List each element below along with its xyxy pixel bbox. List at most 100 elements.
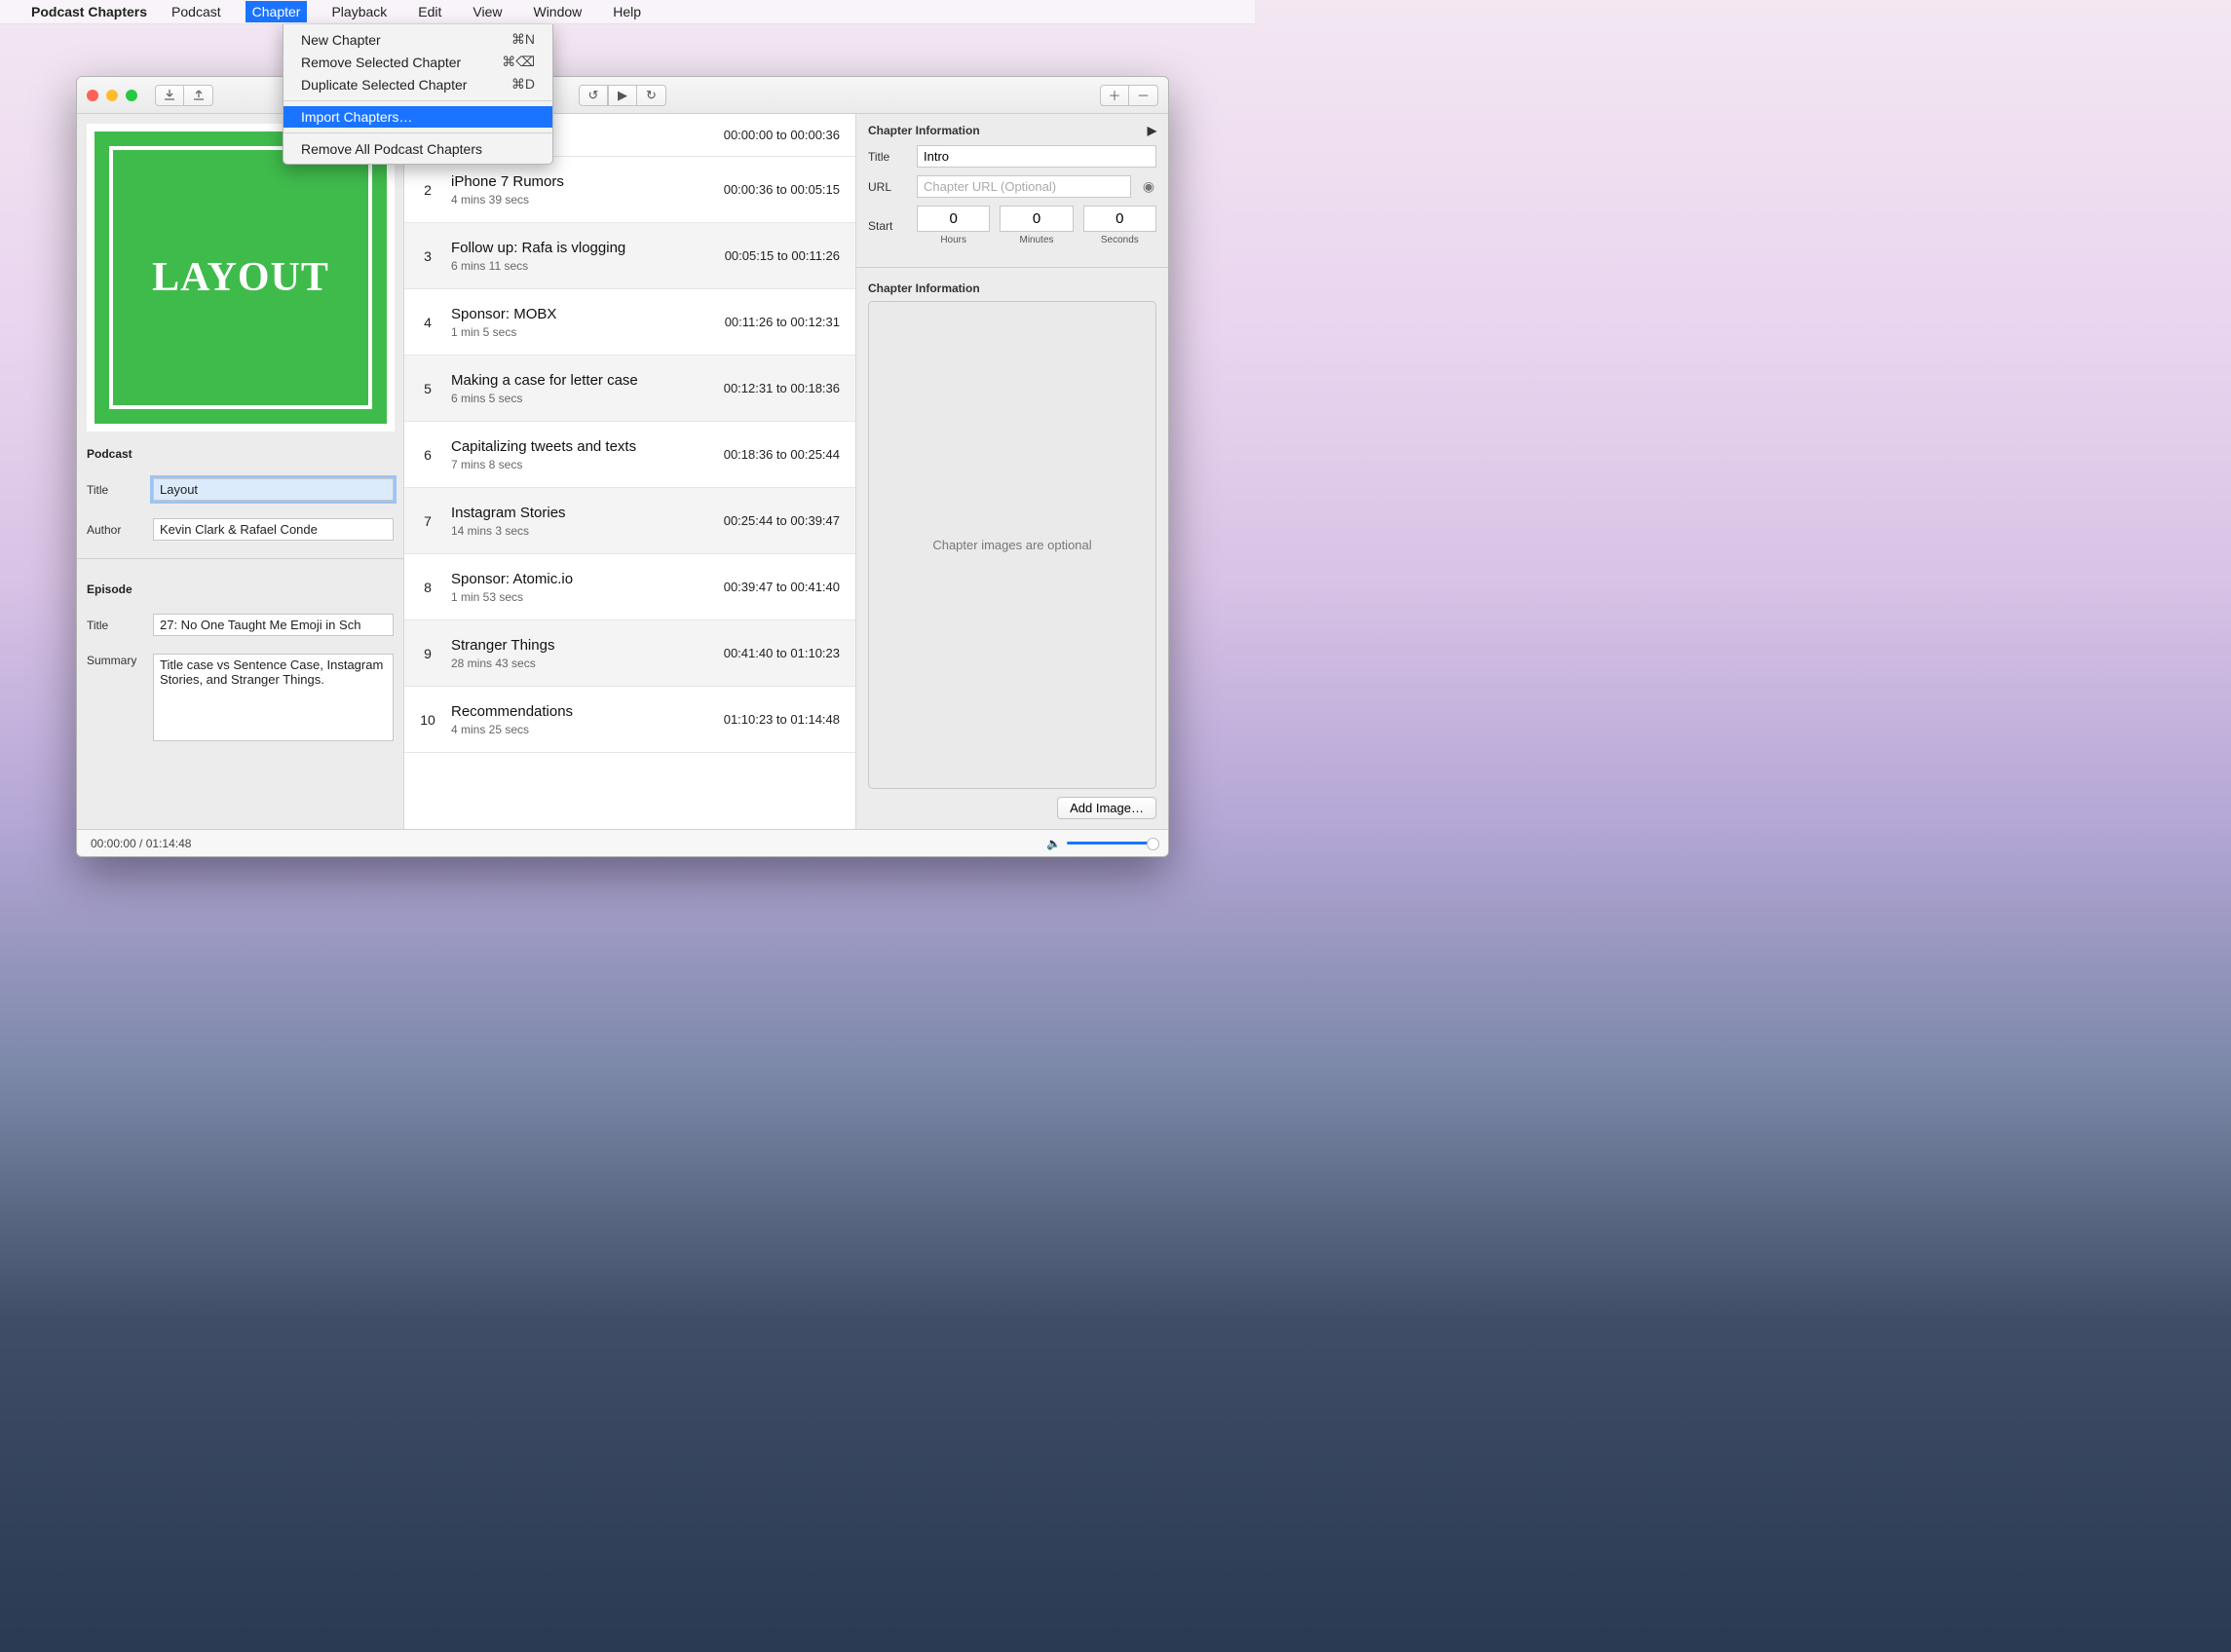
dropdown-item-label: Remove All Podcast Chapters (301, 141, 482, 157)
maximize-button[interactable] (126, 90, 137, 101)
menu-view[interactable]: View (466, 1, 509, 22)
chapter-time-range: 00:12:31 to 00:18:36 (724, 381, 840, 395)
dropdown-item-label: Remove Selected Chapter (301, 55, 461, 70)
dropdown-item-shortcut: ⌘D (511, 76, 535, 93)
chapter-row[interactable]: 9Stranger Things28 mins 43 secs00:41:40 … (404, 620, 855, 687)
chapter-title: Making a case for letter case (451, 372, 724, 389)
close-button[interactable] (87, 90, 98, 101)
menu-edit[interactable]: Edit (411, 1, 448, 22)
chapter-image-well[interactable]: Chapter images are optional (868, 301, 1156, 789)
system-menubar: Podcast Chapters Podcast Chapter Playbac… (0, 0, 1255, 24)
chapter-time-range: 00:11:26 to 00:12:31 (725, 315, 840, 329)
chapter-time-range: 00:41:40 to 01:10:23 (724, 646, 840, 660)
dropdown-new-chapter[interactable]: New Chapter ⌘N (284, 28, 552, 51)
start-seconds-input[interactable] (1083, 206, 1156, 232)
chapter-number: 2 (410, 182, 445, 198)
dropdown-item-label: New Chapter (301, 32, 381, 48)
chapter-list[interactable]: 00:00:00 to 00:00:362iPhone 7 Rumors4 mi… (404, 114, 856, 829)
menu-playback[interactable]: Playback (324, 1, 394, 22)
dropdown-separator (284, 100, 552, 101)
chapter-duration: 1 min 5 secs (451, 325, 725, 339)
podcast-author-input[interactable] (153, 518, 394, 541)
playback-time: 00:00:00 / 01:14:48 (91, 837, 191, 850)
chapter-title-input[interactable] (917, 145, 1156, 168)
chapter-row[interactable]: 6Capitalizing tweets and texts7 mins 8 s… (404, 422, 855, 488)
dropdown-remove-selected[interactable]: Remove Selected Chapter ⌘⌫ (284, 51, 552, 73)
menubar-app-name[interactable]: Podcast Chapters (31, 4, 147, 19)
chapter-row[interactable]: 4Sponsor: MOBX1 min 5 secs00:11:26 to 00… (404, 289, 855, 356)
podcast-section-label: Podcast (87, 447, 394, 461)
status-bar: 00:00:00 / 01:14:48 🔈 (77, 829, 1168, 856)
play-button[interactable]: ▶ (608, 85, 637, 106)
toolbar-io-group (155, 85, 213, 106)
chapter-duration: 6 mins 5 secs (451, 392, 724, 405)
disclosure-icon[interactable]: ▶ (1148, 124, 1156, 137)
window-titlebar[interactable]: ↺ ▶ ↻ ＋ － (77, 77, 1168, 114)
chapter-row[interactable]: 8Sponsor: Atomic.io1 min 53 secs00:39:47… (404, 554, 855, 620)
add-chapter-button[interactable]: ＋ (1100, 85, 1129, 106)
chapter-duration: 4 mins 25 secs (451, 723, 724, 736)
podcast-title-label: Title (87, 483, 143, 497)
sidebar-separator (77, 558, 403, 559)
episode-summary-label: Summary (87, 654, 143, 667)
traffic-lights (87, 90, 137, 101)
chapter-duration: 7 mins 8 secs (451, 458, 724, 471)
minimize-button[interactable] (106, 90, 118, 101)
chapter-title: Follow up: Rafa is vlogging (451, 240, 725, 256)
start-hours-input[interactable] (917, 206, 990, 232)
export-button[interactable] (184, 85, 213, 106)
artwork-text: LAYOUT (152, 254, 329, 301)
volume-icon[interactable]: 🔈 (1046, 837, 1061, 850)
preview-url-icon[interactable]: ◉ (1141, 178, 1156, 195)
app-window: ↺ ▶ ↻ ＋ － LAYOUT Cha (76, 76, 1169, 857)
dropdown-import-chapters[interactable]: Import Chapters… (284, 106, 552, 128)
chapter-time-range: 00:18:36 to 00:25:44 (724, 447, 840, 462)
chapter-time-range: 00:00:36 to 00:05:15 (724, 182, 840, 197)
chapter-row[interactable]: 10Recommendations4 mins 25 secs01:10:23 … (404, 687, 855, 753)
podcast-artwork: LAYOUT (87, 124, 395, 432)
chapter-duration: 6 mins 11 secs (451, 259, 725, 273)
episode-summary-input[interactable]: Title case vs Sentence Case, Instagram S… (153, 654, 394, 741)
chapter-duration: 4 mins 39 secs (451, 193, 724, 206)
remove-chapter-button[interactable]: － (1129, 85, 1158, 106)
dropdown-item-label: Duplicate Selected Chapter (301, 77, 467, 93)
playback-controls: ↺ ▶ ↻ (579, 85, 666, 106)
episode-title-label: Title (87, 619, 143, 632)
menu-podcast[interactable]: Podcast (165, 1, 228, 22)
dropdown-duplicate-selected[interactable]: Duplicate Selected Chapter ⌘D (284, 73, 552, 95)
chapter-image-header: Chapter Information (868, 282, 980, 295)
minutes-label: Minutes (1019, 235, 1053, 245)
dropdown-item-shortcut: ⌘⌫ (502, 54, 535, 70)
menu-help[interactable]: Help (606, 1, 648, 22)
dropdown-remove-all[interactable]: Remove All Podcast Chapters (284, 138, 552, 160)
chapter-time-range: 00:25:44 to 00:39:47 (724, 513, 840, 528)
chapter-duration: 28 mins 43 secs (451, 657, 724, 670)
chapter-info-header: Chapter Information (868, 124, 980, 137)
chapter-row[interactable]: 7Instagram Stories14 mins 3 secs00:25:44… (404, 488, 855, 554)
chapter-row[interactable]: 3Follow up: Rafa is vlogging6 mins 11 se… (404, 223, 855, 289)
import-icon (163, 89, 176, 102)
podcast-title-input[interactable] (153, 478, 394, 501)
dropdown-item-shortcut: ⌘N (511, 31, 535, 48)
chapter-duration: 1 min 53 secs (451, 590, 724, 604)
episode-title-input[interactable] (153, 614, 394, 636)
menu-chapter[interactable]: Chapter (246, 1, 308, 22)
chapter-start-label: Start (868, 219, 907, 233)
import-button[interactable] (155, 85, 184, 106)
volume-slider[interactable] (1067, 842, 1154, 845)
chapter-row[interactable]: 2iPhone 7 Rumors4 mins 39 secs00:00:36 t… (404, 157, 855, 223)
start-minutes-input[interactable] (1000, 206, 1073, 232)
forward-button[interactable]: ↻ (637, 85, 666, 106)
chapter-time-range: 00:05:15 to 00:11:26 (725, 248, 840, 263)
add-image-button[interactable]: Add Image… (1057, 797, 1156, 819)
chapter-row[interactable]: 5Making a case for letter case6 mins 5 s… (404, 356, 855, 422)
rewind-button[interactable]: ↺ (579, 85, 608, 106)
menu-window[interactable]: Window (526, 1, 588, 22)
chapter-duration: 14 mins 3 secs (451, 524, 724, 538)
seconds-label: Seconds (1101, 235, 1139, 245)
dropdown-item-label: Import Chapters… (301, 109, 412, 125)
chapter-title: Stranger Things (451, 637, 724, 654)
chapter-url-label: URL (868, 180, 907, 194)
chapter-url-input[interactable] (917, 175, 1131, 198)
chapter-time-range: 01:10:23 to 01:14:48 (724, 712, 840, 727)
